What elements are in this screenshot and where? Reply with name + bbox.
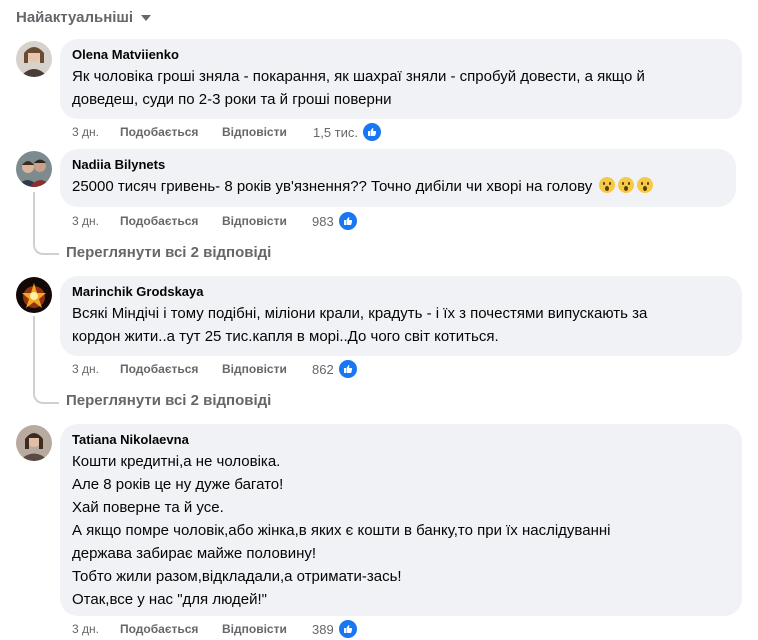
comment-author[interactable]: Olena Matviienko <box>72 47 730 63</box>
like-button[interactable]: Подобається <box>120 622 222 636</box>
reaction-count-text: 389 <box>312 621 334 637</box>
reply-button[interactable]: Відповісти <box>222 125 287 139</box>
comment-time[interactable]: 3 дн. <box>72 362 120 376</box>
comment-text: Кошти кредитні,а не чоловіка. Але 8 рокі… <box>72 453 611 608</box>
sort-label: Найактуальніші <box>16 8 134 26</box>
thread-connector <box>33 241 59 255</box>
comment-author[interactable]: Tatiana Nikolaevna <box>72 432 730 448</box>
comment-text: 25000 тисяч гривень- 8 років ув'язнення?… <box>72 175 724 198</box>
astonished-emoji-icon <box>618 177 635 193</box>
reply-button[interactable]: Відповісти <box>222 214 287 228</box>
like-button[interactable]: Подобається <box>120 214 222 228</box>
reaction-count-text: 983 <box>312 213 334 229</box>
reply-button[interactable]: Відповісти <box>222 622 287 636</box>
thread-connector <box>33 390 59 404</box>
comment-actions: 3 дн. Подобається Відповісти <box>72 122 287 142</box>
comment-time[interactable]: 3 дн. <box>72 214 120 228</box>
comment-actions: 3 дн. Подобається Відповісти <box>72 619 287 639</box>
view-replies-link[interactable]: Переглянути всі 2 відповіді <box>66 243 271 263</box>
like-button[interactable]: Подобається <box>120 125 222 139</box>
comment-actions: 3 дн. Подобається Відповісти <box>72 211 287 231</box>
reaction-count[interactable]: 983 <box>312 211 358 231</box>
like-button[interactable]: Подобається <box>120 362 222 376</box>
reply-button[interactable]: Відповісти <box>222 362 287 376</box>
comment-author[interactable]: Nadiia Bilynets <box>72 157 724 173</box>
view-replies-link[interactable]: Переглянути всі 2 відповіді <box>66 391 271 411</box>
reaction-count-text: 1,5 тис. <box>313 124 359 140</box>
astonished-emoji-icon <box>637 177 654 193</box>
comment-actions: 3 дн. Подобається Відповісти <box>72 359 287 379</box>
reaction-count[interactable]: 389 <box>312 619 358 639</box>
reaction-count[interactable]: 1,5 тис. <box>313 122 383 142</box>
comment-bubble: Marinchik Grodskaya Всякі Міндічі і тому… <box>60 276 742 356</box>
comment-bubble: Nadiia Bilynets 25000 тисяч гривень- 8 р… <box>60 149 736 207</box>
avatar[interactable] <box>16 277 52 313</box>
comment-time[interactable]: 3 дн. <box>72 125 120 139</box>
thumbs-up-icon <box>337 211 358 231</box>
avatar[interactable] <box>16 151 52 187</box>
comment-time[interactable]: 3 дн. <box>72 622 120 636</box>
reaction-count-text: 862 <box>312 361 334 377</box>
comment-bubble: Tatiana Nikolaevna Кошти кредитні,а не ч… <box>60 424 742 616</box>
thumbs-up-icon <box>337 619 358 639</box>
thumbs-up-icon <box>362 122 383 142</box>
comment-text: Як чоловіка гроші зняла - покарання, як … <box>72 68 645 108</box>
thumbs-up-icon <box>337 359 358 379</box>
comment-text: Всякі Міндічі і тому подібні, мілioни кр… <box>72 305 648 345</box>
thread-line <box>33 316 35 392</box>
comment-author[interactable]: Marinchik Grodskaya <box>72 284 730 300</box>
avatar[interactable] <box>16 41 52 77</box>
sort-dropdown[interactable]: Найактуальніші <box>16 4 152 30</box>
reaction-count[interactable]: 862 <box>312 359 358 379</box>
thread-line <box>33 192 35 242</box>
caret-down-icon <box>141 15 152 21</box>
astonished-emoji-icon <box>599 177 616 193</box>
comment-bubble: Olena Matviienko Як чоловіка гроші зняла… <box>60 39 742 119</box>
avatar[interactable] <box>16 425 52 461</box>
